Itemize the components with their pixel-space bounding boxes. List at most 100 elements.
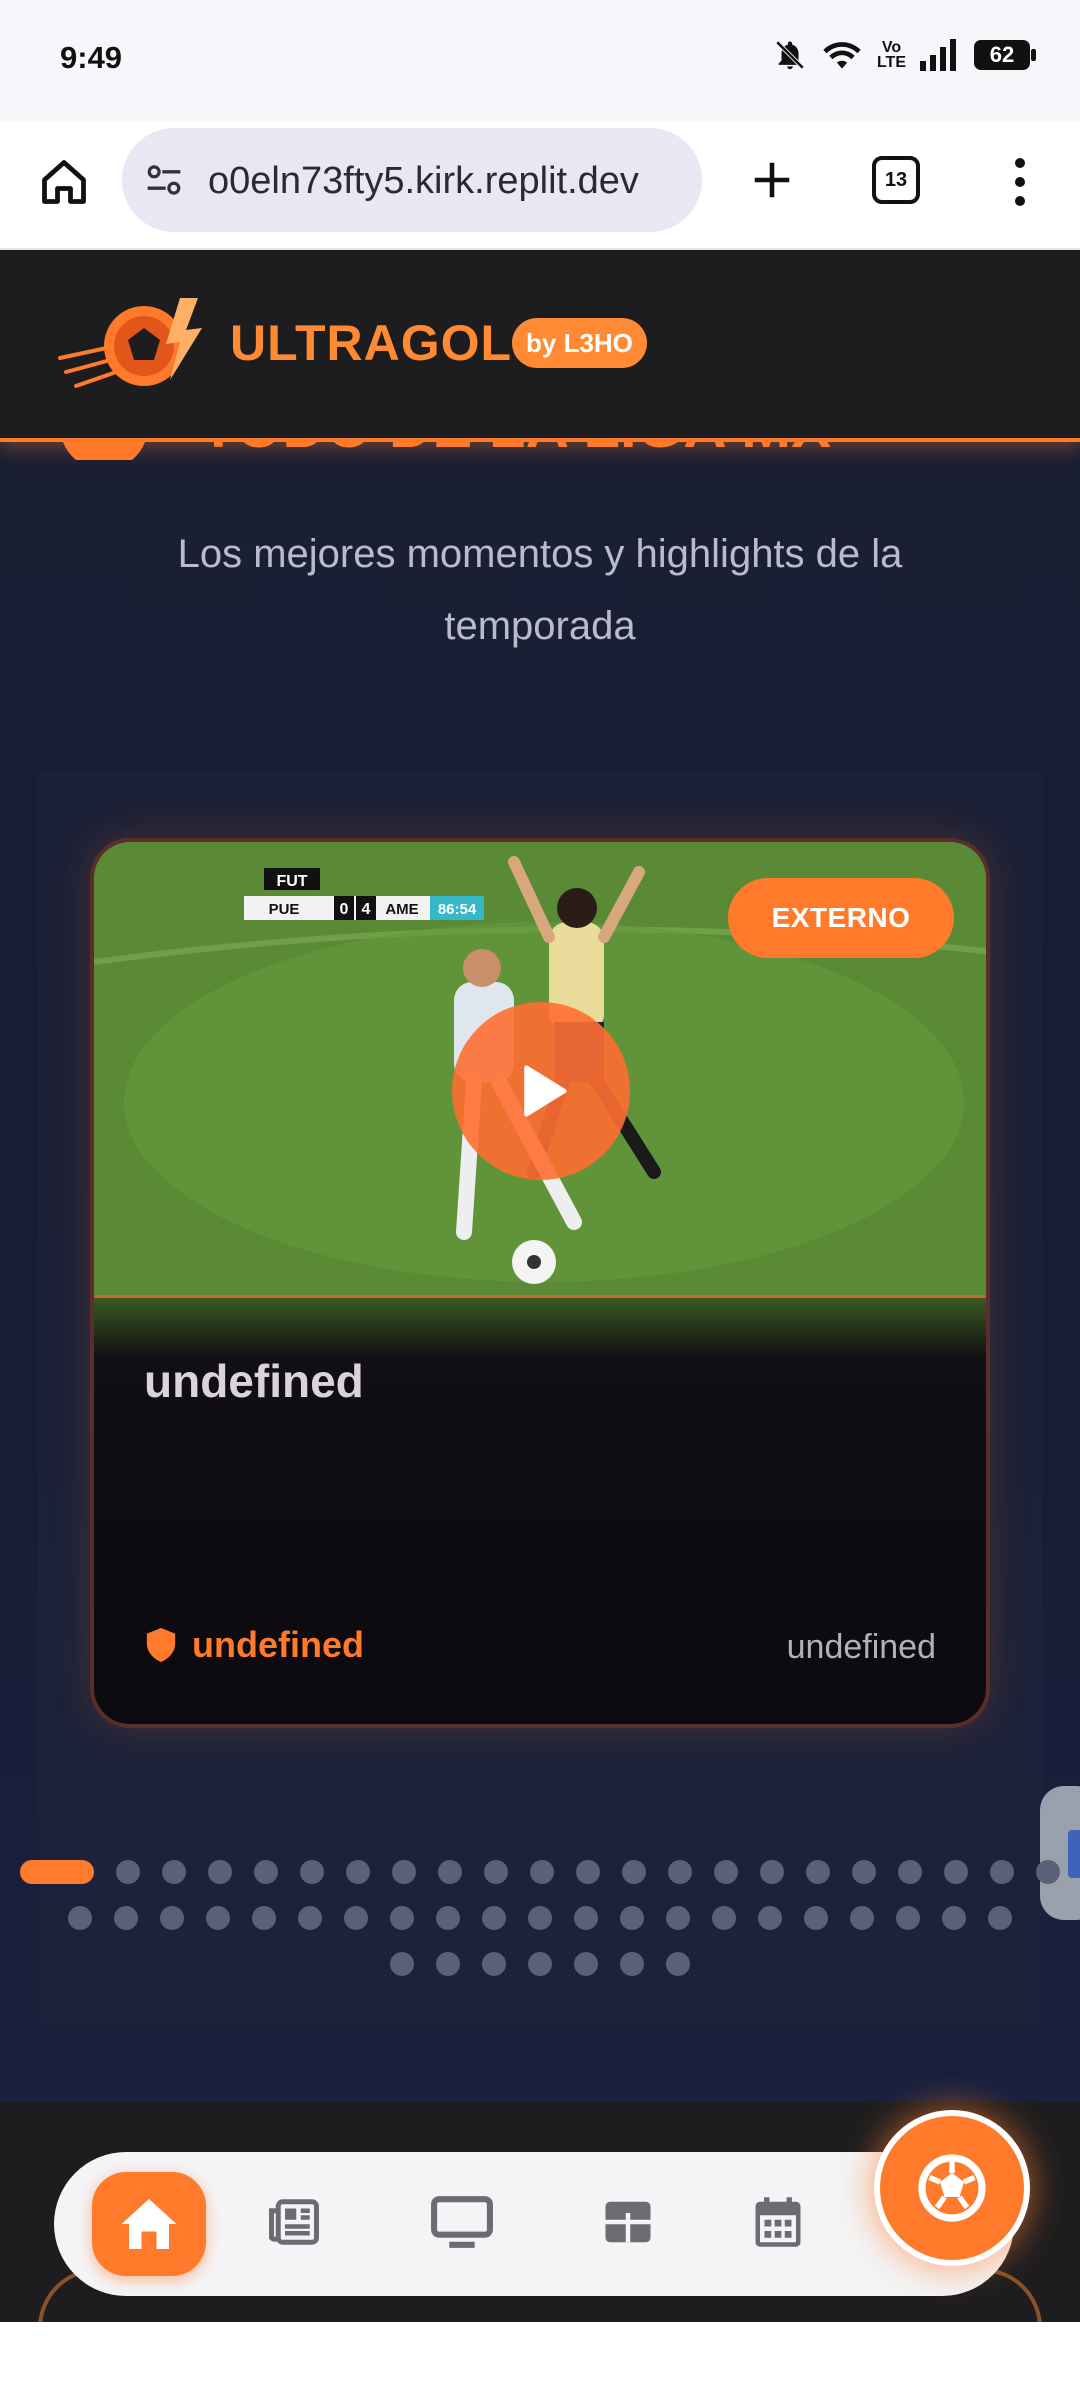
pagination-dot[interactable]: [1036, 1860, 1060, 1884]
pagination-dot[interactable]: [390, 1906, 414, 1930]
external-badge: EXTERNO: [728, 878, 954, 958]
status-icons: Vo LTE 62: [773, 38, 1036, 72]
nav-home[interactable]: [92, 2172, 206, 2276]
pagination-row: [0, 1860, 1080, 1884]
battery-icon: 62: [974, 40, 1036, 70]
pagination-dot[interactable]: [944, 1860, 968, 1884]
soccer-fab-button[interactable]: [874, 2110, 1030, 2266]
scorebug-home-score: 0: [340, 901, 349, 918]
pagination-dot[interactable]: [160, 1906, 184, 1930]
pagination-dot[interactable]: [620, 1952, 644, 1976]
pagination-dot[interactable]: [438, 1860, 462, 1884]
pagination-dot[interactable]: [436, 1906, 460, 1930]
pagination-dot[interactable]: [850, 1906, 874, 1930]
ultragol-logo[interactable]: ULTRAGOL: [56, 288, 512, 398]
tv-icon: [431, 2196, 493, 2248]
pagination-dot[interactable]: [804, 1906, 828, 1930]
grid-icon: [605, 2201, 651, 2243]
nav-tv[interactable]: [422, 2182, 502, 2262]
pagination-dot[interactable]: [482, 1952, 506, 1976]
video-thumbnail[interactable]: FUT PUE 0 4 AME 86:54 EXTERNO: [94, 842, 986, 1298]
pagination-dot[interactable]: [208, 1860, 232, 1884]
home-icon: [42, 160, 86, 204]
volte-icon: Vo LTE: [876, 40, 906, 71]
pagination-dot[interactable]: [206, 1906, 230, 1930]
pagination-dot[interactable]: [114, 1906, 138, 1930]
new-tab-button[interactable]: [740, 148, 804, 212]
pagination-dot[interactable]: [666, 1906, 690, 1930]
pagination-dot[interactable]: [390, 1952, 414, 1976]
pagination-dot[interactable]: [298, 1906, 322, 1930]
highlight-card[interactable]: FUT PUE 0 4 AME 86:54 EXTERNO undefined: [90, 838, 990, 1728]
section-icon: [60, 442, 148, 460]
volte-line2: LTE: [876, 54, 906, 71]
card-team-label: undefined: [192, 1624, 364, 1665]
pagination-dot[interactable]: [252, 1906, 276, 1930]
author-badge: by L3HO: [512, 318, 647, 368]
pagination-dot[interactable]: [666, 1952, 690, 1976]
pagination-dot[interactable]: [990, 1860, 1014, 1884]
pagination-dot-active[interactable]: [20, 1860, 94, 1884]
pagination-dot[interactable]: [346, 1860, 370, 1884]
card-team: undefined: [144, 1624, 364, 1666]
pagination-dot[interactable]: [300, 1860, 324, 1884]
nav-tables[interactable]: [588, 2182, 668, 2262]
browser-home-button[interactable]: [34, 152, 94, 212]
pagination-dot[interactable]: [896, 1906, 920, 1930]
pagination-dot[interactable]: [484, 1860, 508, 1884]
bottom-navigation: [54, 2152, 1014, 2296]
scorebug-away: AME: [385, 901, 418, 918]
pagination-dot[interactable]: [116, 1860, 140, 1884]
pagination-dot[interactable]: [714, 1860, 738, 1884]
play-button[interactable]: [452, 1002, 630, 1180]
thumbnail-fade: [94, 1298, 986, 1358]
pagination-dot[interactable]: [712, 1906, 736, 1930]
nav-news[interactable]: [254, 2182, 334, 2262]
scorebug-clock: 86:54: [438, 901, 477, 918]
pagination-dot[interactable]: [574, 1906, 598, 1930]
pagination-dot[interactable]: [806, 1860, 830, 1884]
pagination-dot[interactable]: [620, 1906, 644, 1930]
pagination-dot[interactable]: [668, 1860, 692, 1884]
pagination-dot[interactable]: [988, 1906, 1012, 1930]
scorebug: FUT PUE 0 4 AME 86:54: [244, 866, 484, 931]
floating-side-tab[interactable]: [1040, 1786, 1080, 1920]
pagination-dot[interactable]: [392, 1860, 416, 1884]
pagination-dot[interactable]: [68, 1906, 92, 1930]
card-date: undefined: [786, 1628, 936, 1666]
pagination-dot[interactable]: [482, 1906, 506, 1930]
pagination-dot[interactable]: [344, 1906, 368, 1930]
newspaper-icon: [269, 2199, 319, 2245]
pagination-dot[interactable]: [852, 1860, 876, 1884]
pagination-dot[interactable]: [898, 1860, 922, 1884]
pagination-dot[interactable]: [942, 1906, 966, 1930]
nav-calendar[interactable]: [738, 2182, 818, 2262]
more-vert-icon[interactable]: [1000, 150, 1040, 214]
signal-icon: [920, 39, 960, 71]
pagination-row: [0, 1906, 1080, 1930]
pagination-dot[interactable]: [254, 1860, 278, 1884]
address-bar[interactable]: o0eln73fty5.kirk.replit.dev: [122, 128, 702, 232]
pagination-dot[interactable]: [530, 1860, 554, 1884]
tabs-button[interactable]: 13: [872, 156, 920, 204]
pagination-dot[interactable]: [528, 1906, 552, 1930]
wifi-icon: [821, 38, 863, 72]
soccer-ball-icon: [918, 2154, 986, 2222]
shield-icon: [146, 1628, 176, 1662]
scorebug-brand: FUT: [276, 873, 307, 890]
calendar-icon: [755, 2197, 801, 2247]
section-heading-clip: TODO DE LA LIGA MX: [0, 442, 1080, 460]
pagination-dot[interactable]: [622, 1860, 646, 1884]
pagination-dot[interactable]: [528, 1952, 552, 1976]
url-text[interactable]: o0eln73fty5.kirk.replit.dev: [208, 160, 639, 203]
pagination-dot[interactable]: [576, 1860, 600, 1884]
pagination-dot[interactable]: [760, 1860, 784, 1884]
gesture-area: [0, 2322, 1080, 2400]
web-page: ULTRAGOL by L3HO TODO DE LA LIGA MX Los …: [0, 250, 1080, 2322]
pagination-dot[interactable]: [574, 1952, 598, 1976]
status-time: 9:49: [60, 40, 123, 75]
pagination-dot[interactable]: [436, 1952, 460, 1976]
tune-icon[interactable]: [144, 162, 184, 203]
pagination-dot[interactable]: [162, 1860, 186, 1884]
pagination-dot[interactable]: [758, 1906, 782, 1930]
